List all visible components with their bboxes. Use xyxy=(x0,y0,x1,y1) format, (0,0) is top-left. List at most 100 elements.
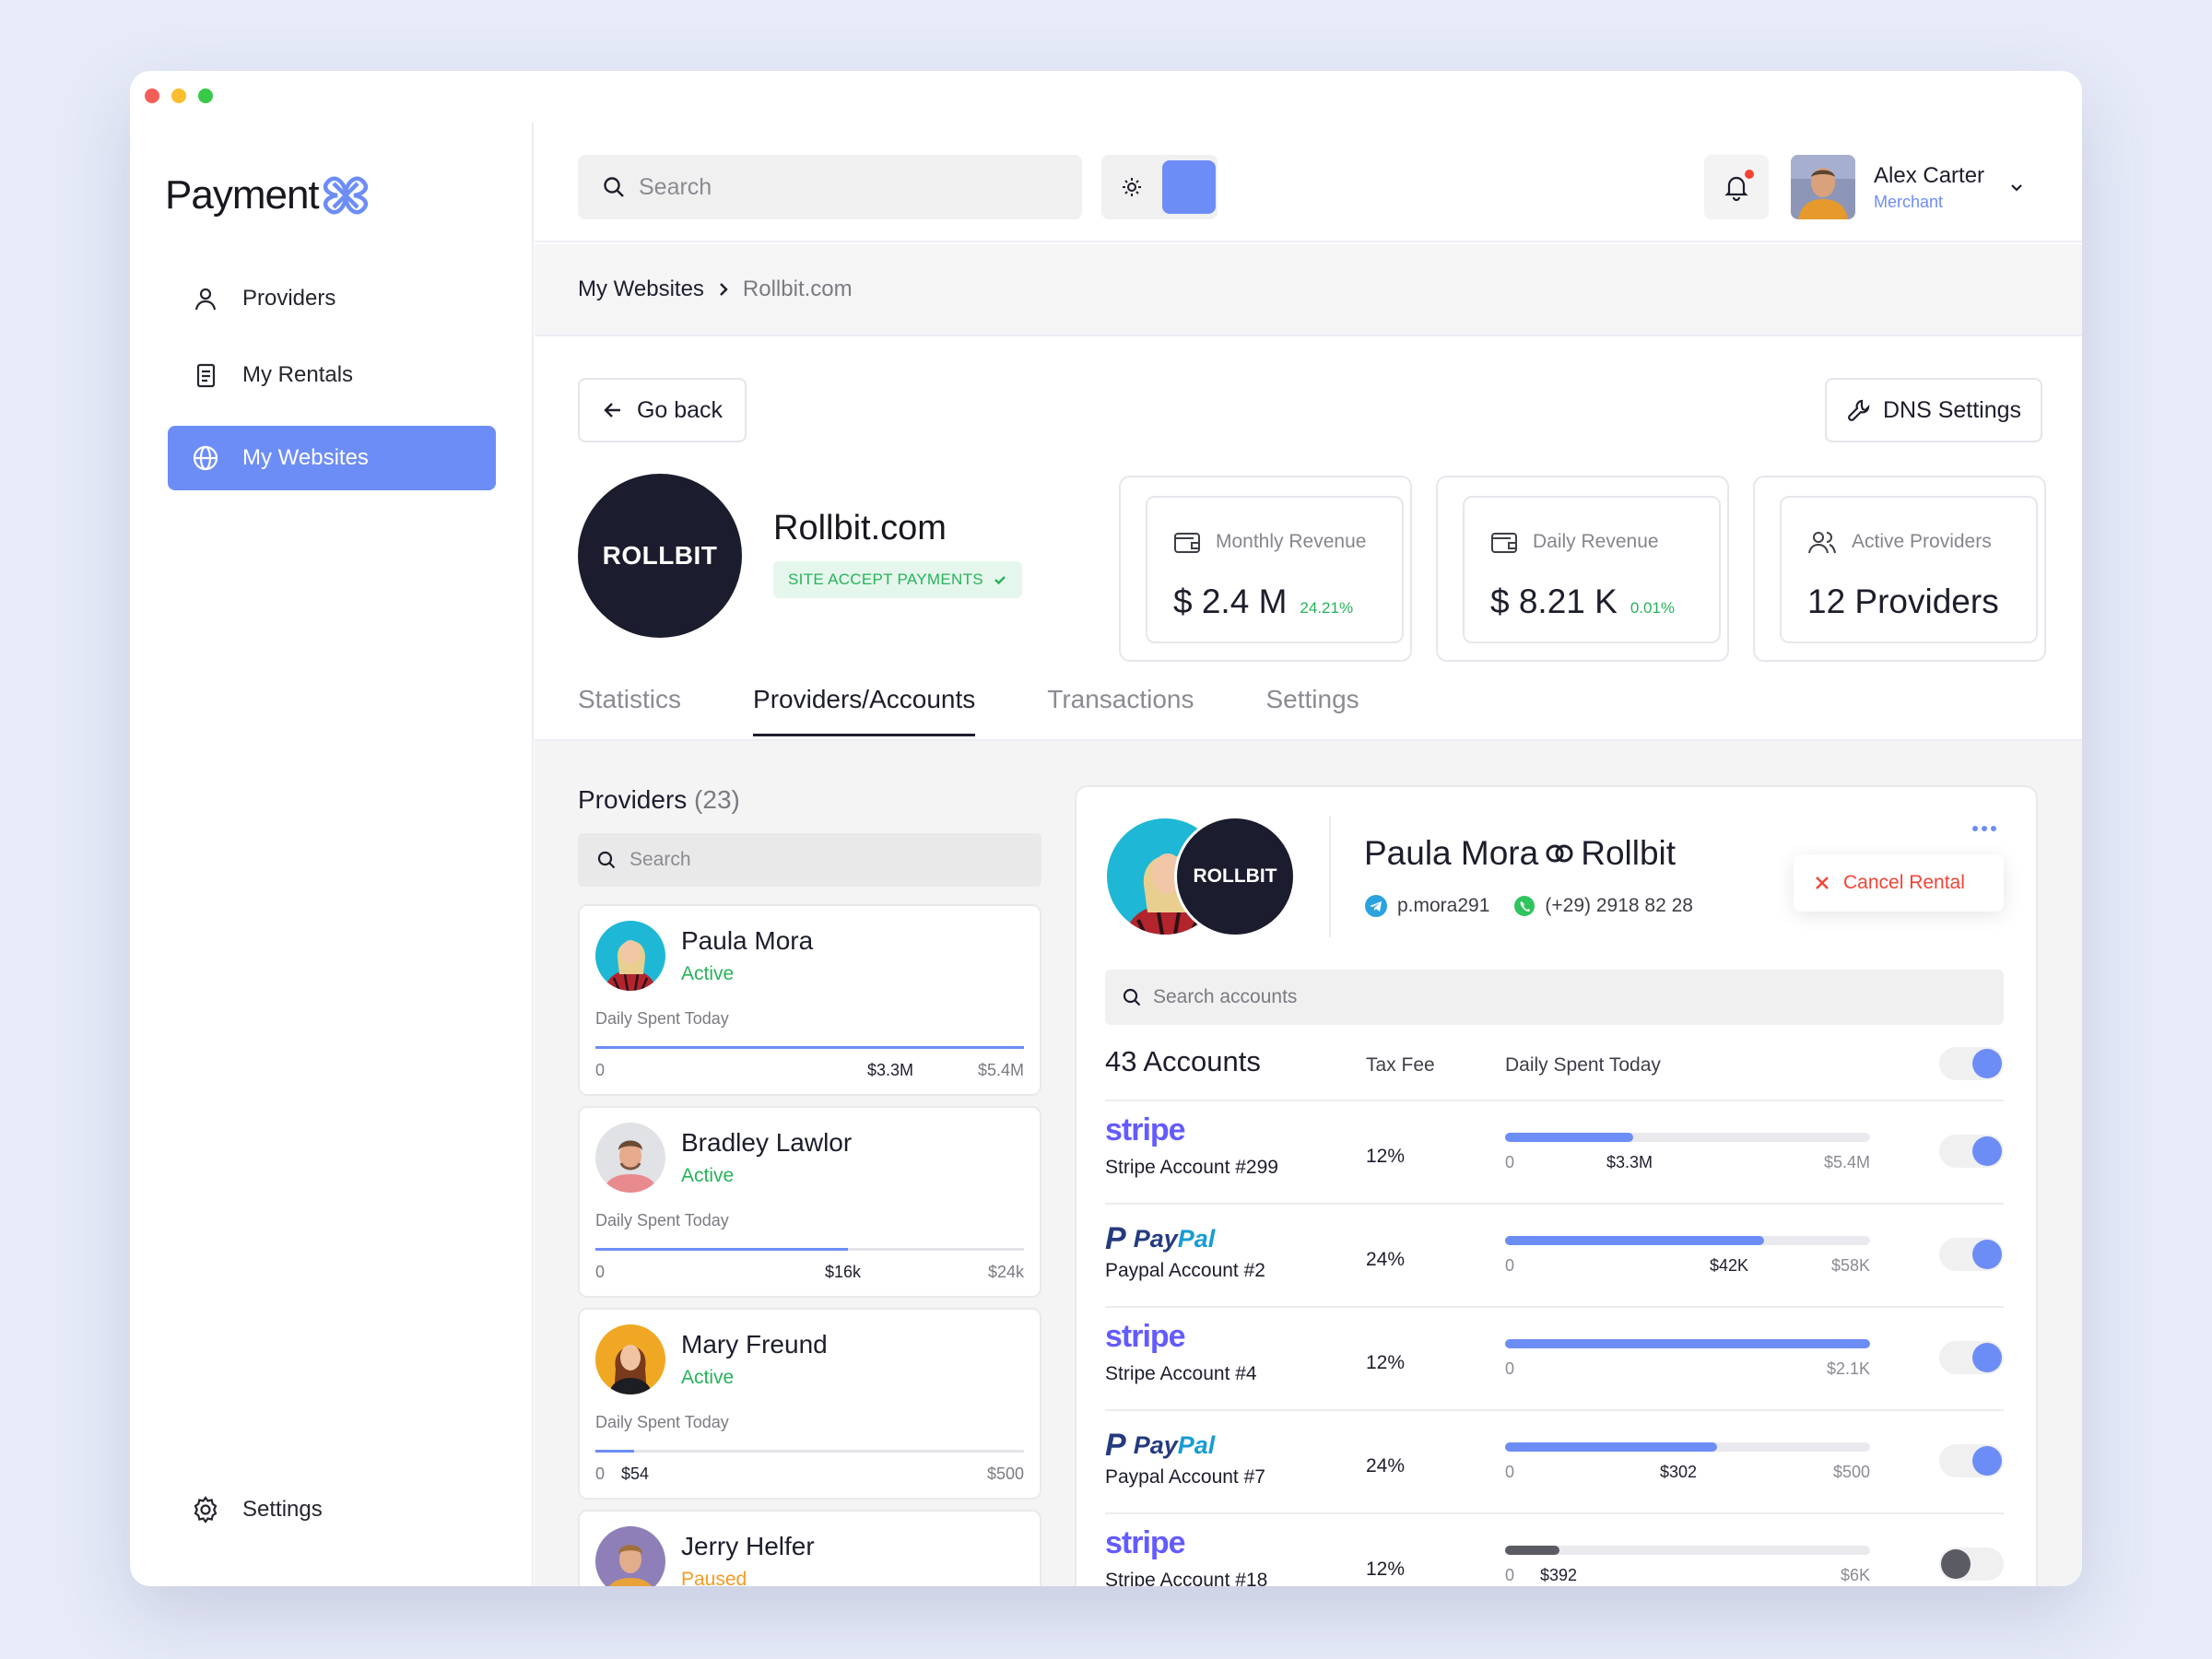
provider-status: Paused xyxy=(681,1569,747,1586)
go-back-button[interactable]: Go back xyxy=(578,378,747,442)
sidebar-item-settings[interactable]: Settings xyxy=(168,1477,496,1542)
stat-card-monthly-revenue: Monthly Revenue $ 2.4 M 24.21% xyxy=(1146,496,1404,643)
spent-max: $500 xyxy=(1832,1463,1870,1481)
dark-mode-swatch[interactable] xyxy=(1162,160,1216,214)
gear-icon xyxy=(191,1495,220,1524)
globe-icon xyxy=(191,443,220,473)
sidebar-item-label: Providers xyxy=(242,286,336,311)
dns-settings-button[interactable]: DNS Settings xyxy=(1825,378,2042,442)
sidebar-item-my-rentals[interactable]: My Rentals xyxy=(168,343,496,407)
tab-statistics[interactable]: Statistics xyxy=(578,685,681,736)
spent-current: $302 xyxy=(1660,1463,1698,1481)
provider-name: Jerry Helfer xyxy=(681,1532,815,1560)
paypal-logo-b: Pal xyxy=(1177,1225,1216,1253)
stat-card-active-providers: Active Providers 12 Providers xyxy=(1780,496,2038,643)
search-placeholder: Search xyxy=(639,173,712,200)
site-title: Rollbit.com xyxy=(773,509,947,547)
whatsapp-contact[interactable]: (+29) 2918 82 28 xyxy=(1513,895,1693,917)
tab-providers-accounts[interactable]: Providers/Accounts xyxy=(753,685,976,736)
wallet-icon xyxy=(1174,533,1200,553)
wallet-icon xyxy=(1491,533,1517,553)
logo-mark-icon xyxy=(323,176,368,215)
cancel-rental-button[interactable]: Cancel Rental xyxy=(1794,854,2004,912)
spent-min: 0 xyxy=(595,1465,606,1483)
stat-label: Daily Revenue xyxy=(1533,531,1659,552)
maximize-window-dot[interactable] xyxy=(198,88,213,103)
toggle-knob xyxy=(1941,1549,1971,1579)
app-logo[interactable]: Payment xyxy=(165,172,369,218)
breadcrumb-current: Rollbit.com xyxy=(742,276,853,301)
column-tax-fee: Tax Fee xyxy=(1366,1054,1435,1076)
stat-value: $ 2.4 M xyxy=(1173,582,1288,620)
account-toggle[interactable] xyxy=(1939,1444,2004,1477)
stat-change: 24.21% xyxy=(1300,599,1354,617)
daily-spent-label: Daily Spent Today xyxy=(595,1009,729,1028)
sidebar-item-label: My Websites xyxy=(242,445,369,470)
account-toggle[interactable] xyxy=(1939,1238,2004,1271)
providers-search-input[interactable]: Search xyxy=(578,833,1041,887)
dns-settings-label: DNS Settings xyxy=(1882,396,2022,423)
more-options-icon[interactable] xyxy=(1972,826,2000,831)
accounts-count: 43 Accounts xyxy=(1105,1045,1261,1077)
provider-card[interactable]: Mary Freund Active Daily Spent Today 0 $… xyxy=(578,1308,1041,1500)
spent-progress-track xyxy=(1505,1133,1870,1142)
provider-card[interactable]: Jerry Helfer Paused xyxy=(578,1510,1041,1586)
avatar xyxy=(595,1123,665,1193)
spent-min: 0 xyxy=(595,1263,606,1281)
stripe-logo: stripe xyxy=(1105,1112,1186,1147)
chevron-down-icon[interactable] xyxy=(2008,179,2025,195)
user-role: Merchant xyxy=(1874,192,1944,211)
account-row[interactable]: P Pay Pal Paypal Account #7 24% 0 $302 $500 xyxy=(1105,1409,2004,1512)
account-row[interactable]: stripe Stripe Account #18 12% 0 $392 $6K xyxy=(1105,1512,2004,1586)
paypal-logo-a: Pay xyxy=(1133,1225,1178,1253)
account-row[interactable]: P Pay Pal Paypal Account #2 24% 0 $42K $58K xyxy=(1105,1203,2004,1306)
chevron-right-icon xyxy=(720,283,728,296)
search-icon xyxy=(1123,988,1141,1006)
search-placeholder: Search xyxy=(629,849,691,870)
sidebar-item-label: Settings xyxy=(242,1497,323,1522)
breadcrumb-parent[interactable]: My Websites xyxy=(578,276,704,302)
notifications-button[interactable] xyxy=(1704,155,1769,219)
minimize-window-dot[interactable] xyxy=(171,88,186,103)
account-name: Stripe Account #18 xyxy=(1105,1570,1268,1586)
cancel-rental-label: Cancel Rental xyxy=(1843,872,1965,893)
spent-current: $42K xyxy=(1710,1256,1749,1275)
provider-detail-partner: Rollbit xyxy=(1581,834,1677,872)
account-row[interactable]: stripe Stripe Account #299 12% 0 $3.3M $5.4M xyxy=(1105,1100,2004,1203)
logo-text: Payment xyxy=(165,172,320,218)
spent-progress-fill xyxy=(1505,1339,1870,1348)
account-name: Stripe Account #4 xyxy=(1105,1363,1257,1384)
daily-spent-label: Daily Spent Today xyxy=(595,1413,729,1431)
sidebar-item-providers[interactable]: Providers xyxy=(168,266,496,331)
spent-progress-fill xyxy=(1505,1546,1560,1555)
paypal-p-icon: P xyxy=(1105,1428,1126,1463)
paypal-logo: P Pay Pal xyxy=(1105,1221,1215,1257)
theme-toggle[interactable] xyxy=(1101,155,1218,219)
account-toggle[interactable] xyxy=(1939,1341,2004,1374)
account-tax-fee: 24% xyxy=(1366,1455,1406,1477)
account-tax-fee: 24% xyxy=(1366,1249,1406,1270)
telegram-contact[interactable]: p.mora291 xyxy=(1364,894,1489,918)
global-search-input[interactable]: Search xyxy=(578,155,1082,219)
user-menu[interactable]: Alex Carter Merchant xyxy=(1791,155,2025,219)
close-window-dot[interactable] xyxy=(145,88,159,103)
spent-min: 0 xyxy=(1505,1359,1515,1378)
spent-progress-track xyxy=(595,1450,1024,1453)
tab-settings[interactable]: Settings xyxy=(1266,685,1359,736)
provider-card[interactable]: Bradley Lawlor Active Daily Spent Today … xyxy=(578,1106,1041,1298)
account-toggle[interactable] xyxy=(1939,1547,2004,1581)
provider-status: Active xyxy=(681,963,735,984)
account-toggle[interactable] xyxy=(1939,1135,2004,1168)
tab-transactions[interactable]: Transactions xyxy=(1047,685,1194,736)
user-name: Alex Carter xyxy=(1874,162,1985,188)
provider-card[interactable]: Paula Mora Active Daily Spent Today 0 $3… xyxy=(578,904,1041,1096)
stat-value: 12 Providers xyxy=(1807,582,1999,620)
phone-number: (+29) 2918 82 28 xyxy=(1545,895,1693,916)
sidebar-item-my-websites[interactable]: My Websites xyxy=(168,426,496,490)
accounts-search-input[interactable]: Search accounts xyxy=(1105,970,2004,1025)
spent-min: 0 xyxy=(1505,1153,1515,1171)
toggle-knob xyxy=(1972,1049,2002,1078)
toggle-all-accounts[interactable] xyxy=(1939,1047,2004,1080)
account-row[interactable]: stripe Stripe Account #4 12% 0 $2.1K xyxy=(1105,1306,2004,1409)
notification-dot xyxy=(1745,170,1754,179)
